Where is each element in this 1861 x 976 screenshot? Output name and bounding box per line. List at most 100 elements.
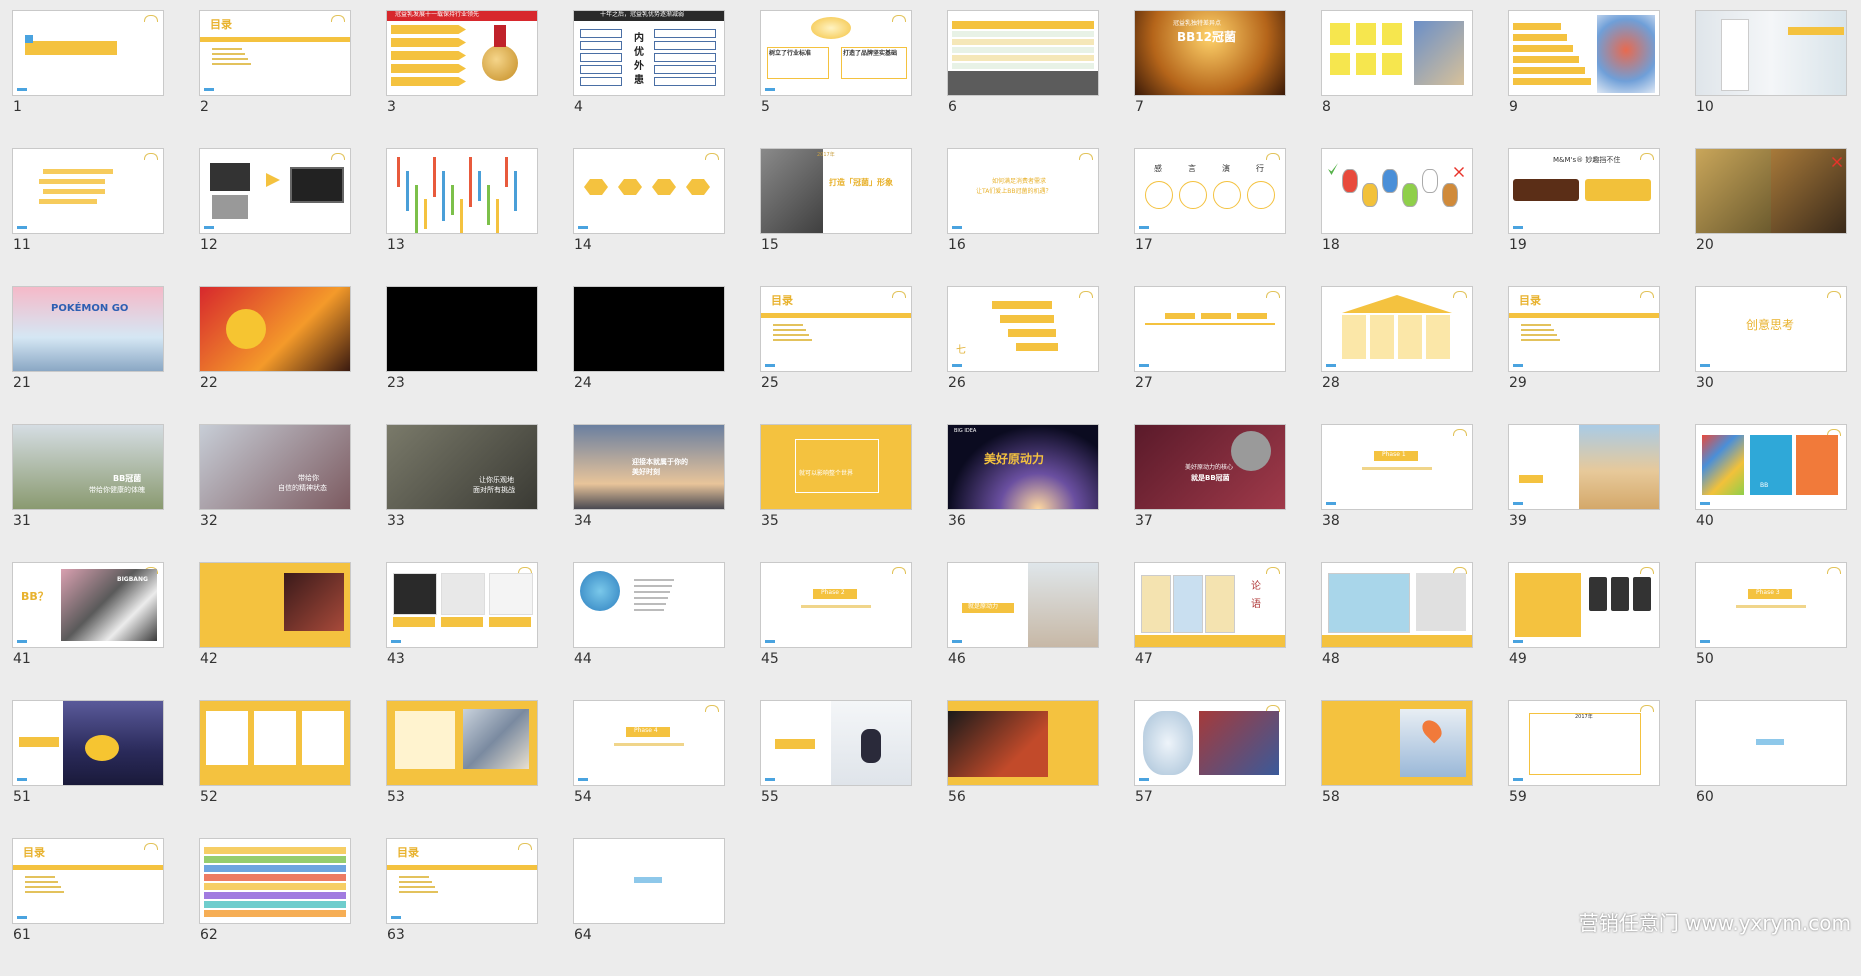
slide-preview[interactable] <box>760 700 912 786</box>
slide-thumbnail-cell[interactable]: 就是原动力 46 <box>947 562 1099 700</box>
slide-preview[interactable] <box>1321 286 1473 372</box>
slide-thumbnail-cell[interactable]: 十年之后，冠益乳优势逐渐减弱内优外患 4 <box>573 10 725 148</box>
slide-preview[interactable]: 如何满足消费者需求 让TA们爱上BB冠菌的机遇？ <box>947 148 1099 234</box>
slide-thumbnail-cell[interactable]: 12 <box>199 148 351 286</box>
slide-preview[interactable]: 七 <box>947 286 1099 372</box>
slide-thumbnail-cell[interactable]: 2017年 59 <box>1508 700 1660 838</box>
slide-preview[interactable] <box>12 148 164 234</box>
slide-thumbnail-cell[interactable]: 目录 29 <box>1508 286 1660 424</box>
slide-preview[interactable] <box>386 148 538 234</box>
slide-preview[interactable] <box>947 700 1099 786</box>
slide-preview[interactable] <box>1134 700 1286 786</box>
slide-thumbnail-cell[interactable]: POKÉMON GO 21 <box>12 286 164 424</box>
slide-preview[interactable]: 带给你 自信的精神状态 <box>199 424 351 510</box>
slide-preview[interactable]: 目录 <box>1508 286 1660 372</box>
slide-thumbnail-cell[interactable]: 创意思考 30 <box>1695 286 1847 424</box>
slide-thumbnail-cell[interactable]: BB冠菌 带给你健康的体魄 31 <box>12 424 164 562</box>
slide-thumbnail-cell[interactable]: 20 <box>1695 148 1847 286</box>
slide-preview[interactable]: 目录 <box>386 838 538 924</box>
slide-preview[interactable]: Phase 4 <box>573 700 725 786</box>
slide-preview[interactable]: POKÉMON GO <box>12 286 164 372</box>
slide-preview[interactable]: BB冠菌 带给你健康的体魄 <box>12 424 164 510</box>
slide-thumbnail-cell[interactable]: 树立了行业标准 打造了品牌坚实基础 5 <box>760 10 912 148</box>
slide-preview[interactable]: 让你乐观地 面对所有挑战 <box>386 424 538 510</box>
slide-thumbnail-cell[interactable]: 冠益乳发展十一载保持行业领先 3 <box>386 10 538 148</box>
slide-thumbnail-cell[interactable]: 58 <box>1321 700 1473 838</box>
slide-thumbnail-cell[interactable]: 18 <box>1321 148 1473 286</box>
slide-preview[interactable] <box>199 562 351 648</box>
slide-thumbnail-cell[interactable]: Phase 4 54 <box>573 700 725 838</box>
slide-thumbnail-cell[interactable]: 55 <box>760 700 912 838</box>
slide-thumbnail-cell[interactable]: 28 <box>1321 286 1473 424</box>
slide-thumbnail-cell[interactable]: 冠益乳独特差异点 BB12冠菌 7 <box>1134 10 1286 148</box>
slide-thumbnail-cell[interactable]: Phase 3 50 <box>1695 562 1847 700</box>
slide-thumbnail-cell[interactable]: 62 <box>199 838 351 976</box>
slide-thumbnail-cell[interactable]: 就可以影响整个世界 35 <box>760 424 912 562</box>
slide-preview[interactable] <box>199 148 351 234</box>
slide-thumbnail-cell[interactable]: 迎接本就属于你的 美好时刻 34 <box>573 424 725 562</box>
slide-preview[interactable]: BB？ BIGBANG <box>12 562 164 648</box>
slide-preview[interactable] <box>386 700 538 786</box>
slide-thumbnail-cell[interactable]: 14 <box>573 148 725 286</box>
slide-preview[interactable] <box>386 562 538 648</box>
slide-thumbnail-cell[interactable]: Phase 2 45 <box>760 562 912 700</box>
slide-preview[interactable]: Phase 1 <box>1321 424 1473 510</box>
slide-thumbnail-cell[interactable]: 27 <box>1134 286 1286 424</box>
slide-thumbnail-cell[interactable]: 10 <box>1695 10 1847 148</box>
slide-preview[interactable] <box>1321 10 1473 96</box>
slide-preview[interactable] <box>1321 148 1473 234</box>
slide-preview[interactable] <box>947 10 1099 96</box>
slide-preview[interactable]: Phase 2 <box>760 562 912 648</box>
slide-preview[interactable] <box>1321 700 1473 786</box>
slide-preview[interactable]: 就是原动力 <box>947 562 1099 648</box>
slide-thumbnail-cell[interactable]: BB 40 <box>1695 424 1847 562</box>
slide-preview[interactable] <box>573 838 725 924</box>
slide-preview[interactable] <box>12 10 164 96</box>
slide-thumbnail-cell[interactable]: 如何满足消费者需求 让TA们爱上BB冠菌的机遇？ 16 <box>947 148 1099 286</box>
slide-thumbnail-cell[interactable]: 8 <box>1321 10 1473 148</box>
slide-thumbnail-cell[interactable]: 感 言 演 行 17 <box>1134 148 1286 286</box>
slide-thumbnail-cell[interactable]: 52 <box>199 700 351 838</box>
slide-preview[interactable]: 冠益乳发展十一载保持行业领先 <box>386 10 538 96</box>
slide-preview[interactable]: 美好原动力的核心 就是BB冠菌 <box>1134 424 1286 510</box>
slide-thumbnail-cell[interactable]: 6 <box>947 10 1099 148</box>
slide-preview[interactable] <box>573 562 725 648</box>
slide-preview[interactable]: 目录 <box>12 838 164 924</box>
slide-preview[interactable]: 十年之后，冠益乳优势逐渐减弱内优外患 <box>573 10 725 96</box>
slide-preview[interactable] <box>1134 286 1286 372</box>
slide-preview[interactable] <box>386 286 538 372</box>
slide-preview[interactable]: M&M's® 妙趣挡不住 <box>1508 148 1660 234</box>
slide-thumbnail-cell[interactable]: 2017年 打造「冠菌」形象 15 <box>760 148 912 286</box>
slide-preview[interactable]: 2017年 <box>1508 700 1660 786</box>
slide-thumbnail-cell[interactable]: 带给你 自信的精神状态 32 <box>199 424 351 562</box>
slide-preview[interactable] <box>573 148 725 234</box>
slide-preview[interactable] <box>1508 424 1660 510</box>
slide-preview[interactable] <box>1321 562 1473 648</box>
slide-preview[interactable]: 创意思考 <box>1695 286 1847 372</box>
slide-thumbnail-cell[interactable]: 9 <box>1508 10 1660 148</box>
slide-thumbnail-cell[interactable]: 49 <box>1508 562 1660 700</box>
slide-thumbnail-cell[interactable]: 论语 47 <box>1134 562 1286 700</box>
slide-thumbnail-cell[interactable]: BB？ BIGBANG 41 <box>12 562 164 700</box>
slide-thumbnail-cell[interactable]: 64 <box>573 838 725 976</box>
slide-preview[interactable] <box>573 286 725 372</box>
slide-preview[interactable]: BB <box>1695 424 1847 510</box>
slide-thumbnail-cell[interactable]: 57 <box>1134 700 1286 838</box>
slide-preview[interactable] <box>1695 10 1847 96</box>
slide-preview[interactable]: 目录 <box>199 10 351 96</box>
slide-thumbnail-cell[interactable]: 13 <box>386 148 538 286</box>
slide-preview[interactable] <box>12 700 164 786</box>
slide-preview[interactable] <box>1695 700 1847 786</box>
slide-preview[interactable]: 论语 <box>1134 562 1286 648</box>
slide-thumbnail-cell[interactable]: M&M's® 妙趣挡不住 19 <box>1508 148 1660 286</box>
slide-thumbnail-cell[interactable]: 23 <box>386 286 538 424</box>
slide-thumbnail-cell[interactable]: Phase 1 38 <box>1321 424 1473 562</box>
slide-preview[interactable] <box>1695 148 1847 234</box>
slide-preview[interactable]: 目录 <box>760 286 912 372</box>
slide-thumbnail-cell[interactable]: 24 <box>573 286 725 424</box>
slide-preview[interactable]: Phase 3 <box>1695 562 1847 648</box>
slide-thumbnail-cell[interactable]: 目录 2 <box>199 10 351 148</box>
slide-thumbnail-cell[interactable]: BIG IDEA 美好原动力 36 <box>947 424 1099 562</box>
slide-thumbnail-cell[interactable]: 56 <box>947 700 1099 838</box>
slide-preview[interactable]: 感言演行 <box>1134 148 1286 234</box>
